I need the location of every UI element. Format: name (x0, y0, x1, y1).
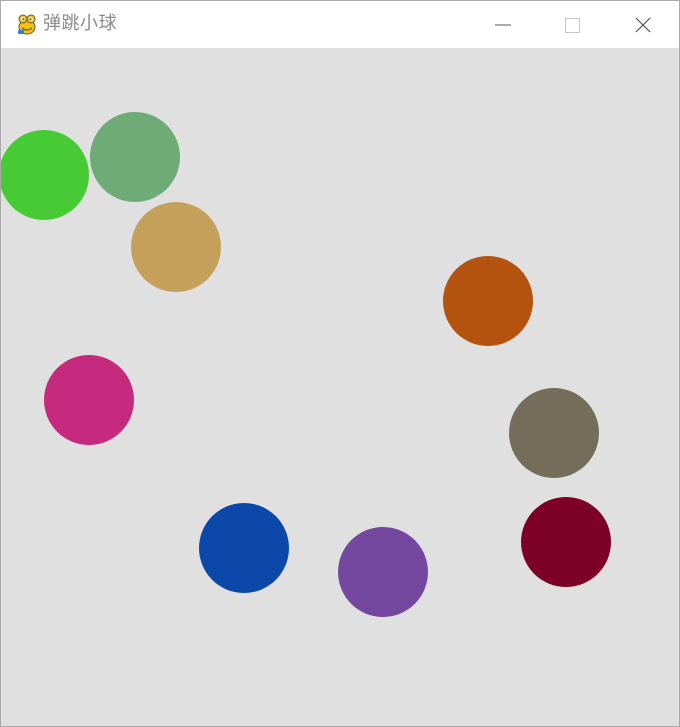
ball-magenta (44, 355, 134, 445)
ball-crimson (521, 497, 611, 587)
title-bar[interactable]: 弹跳小球 (1, 1, 679, 47)
ball-tan (131, 202, 221, 292)
ball-green (1, 130, 89, 220)
ball-blue (199, 503, 289, 593)
app-window: 弹跳小球 (0, 0, 680, 727)
ball-purple (338, 527, 428, 617)
close-button[interactable] (607, 1, 677, 47)
game-canvas[interactable] (1, 48, 679, 726)
pygame-snake-icon (15, 12, 39, 36)
ball-grey-olive (509, 388, 599, 478)
maximize-button[interactable] (537, 1, 607, 47)
window-title: 弹跳小球 (43, 13, 117, 34)
ball-orange (443, 256, 533, 346)
minimize-button[interactable] (467, 1, 537, 47)
ball-sage-green (90, 112, 180, 202)
